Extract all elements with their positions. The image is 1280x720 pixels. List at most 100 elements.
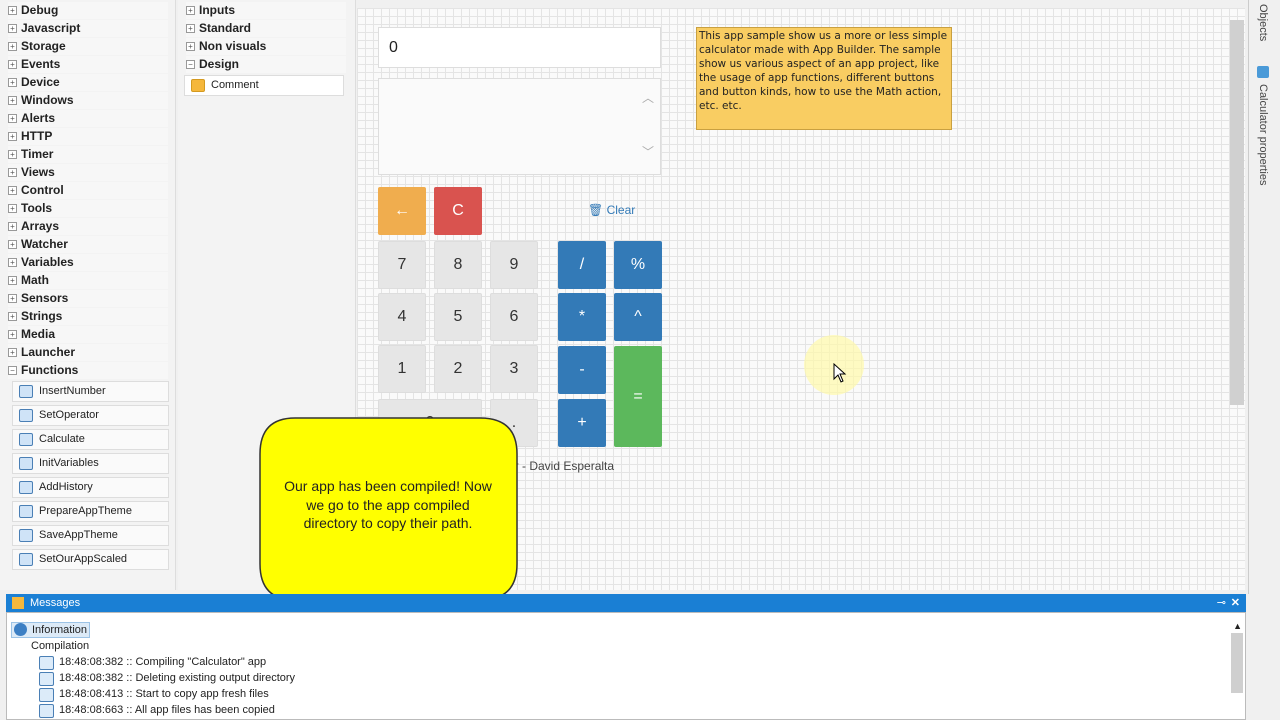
power-button[interactable]: ^ [614,293,662,341]
messages-scrollbar[interactable] [1231,633,1243,693]
function-item[interactable]: Calculate [12,429,169,450]
category-launcher[interactable]: + Launcher [8,344,168,361]
category-media[interactable]: + Media [8,326,168,343]
expand-icon[interactable]: + [8,222,17,231]
expand-icon[interactable]: + [8,150,17,159]
category-windows[interactable]: + Windows [8,92,168,109]
function-item[interactable]: AddHistory [12,477,169,498]
category-functions[interactable]: − Functions [8,362,168,379]
function-item[interactable]: InitVariables [12,453,169,474]
category-control[interactable]: + Control [8,182,168,199]
tab-calculator-properties[interactable]: Calculator properties [1257,84,1269,186]
digit-button[interactable]: 5 [434,293,482,341]
category-storage[interactable]: + Storage [8,38,168,55]
function-item[interactable]: SetOurAppScaled [12,549,169,570]
expand-icon[interactable]: + [8,276,17,285]
expand-icon[interactable]: + [8,258,17,267]
pin-icon[interactable]: ⊸ [1217,594,1226,612]
compilation-node[interactable]: Compilation [31,639,89,653]
function-item[interactable]: SaveAppTheme [12,525,169,546]
expand-icon[interactable]: + [8,168,17,177]
component-category[interactable]: + Inputs [186,2,346,19]
expand-icon[interactable]: + [186,42,195,51]
digit-button[interactable]: 3 [490,345,538,393]
category-variables[interactable]: + Variables [8,254,168,271]
digit-button[interactable]: 9 [490,241,538,289]
function-label: SetOperator [39,409,99,421]
close-icon[interactable]: ✕ [1231,594,1240,612]
display-field[interactable]: 0 [378,27,661,68]
comment-component[interactable]: Comment [184,75,344,96]
right-scrollbar[interactable] [1230,20,1244,405]
add-button[interactable]: + [558,399,606,447]
clear-c-button[interactable]: C [434,187,482,235]
expand-icon[interactable]: + [8,24,17,33]
expand-icon[interactable]: + [8,204,17,213]
expand-icon[interactable]: + [8,240,17,249]
component-category-design[interactable]: − Design [186,56,346,73]
expand-icon[interactable]: + [8,186,17,195]
expand-icon[interactable]: + [186,6,195,15]
subtract-button[interactable]: - [558,346,606,394]
category-alerts[interactable]: + Alerts [8,110,168,127]
function-item[interactable]: InsertNumber [12,381,169,402]
scroll-up-icon[interactable]: ︿ [642,89,654,106]
backspace-button[interactable]: ← [378,187,426,235]
expand-icon[interactable]: + [8,78,17,87]
function-icon [19,385,33,398]
component-category[interactable]: + Standard [186,20,346,37]
digit-button[interactable]: 6 [490,293,538,341]
collapse-icon[interactable]: − [8,366,17,375]
multiply-button[interactable]: * [558,293,606,341]
category-math[interactable]: + Math [8,272,168,289]
digit-button[interactable]: 1 [378,345,426,393]
category-arrays[interactable]: + Arrays [8,218,168,235]
category-tools[interactable]: + Tools [8,200,168,217]
expand-icon[interactable]: + [8,132,17,141]
expand-icon[interactable]: + [8,60,17,69]
expand-icon[interactable]: + [8,96,17,105]
log-entry[interactable]: 18:48:08:413 :: Start to copy app fresh … [39,687,269,702]
log-entry[interactable]: 18:48:08:382 :: Compiling "Calculator" a… [38,655,266,670]
category-watcher[interactable]: + Watcher [8,236,168,253]
component-category[interactable]: + Non visuals [186,38,346,55]
category-http[interactable]: + HTTP [8,128,168,145]
category-javascript[interactable]: + Javascript [8,20,168,37]
function-item[interactable]: SetOperator [12,405,169,426]
log-entry[interactable]: 18:48:08:663 :: All app files has been c… [39,703,275,718]
expand-icon[interactable]: + [8,312,17,321]
log-entry[interactable]: 18:48:08:382 :: Deleting existing output… [38,671,295,686]
comment-note[interactable]: This app sample show us a more or less s… [696,27,952,130]
category-label: Views [21,165,55,179]
expand-icon[interactable]: + [8,348,17,357]
expand-icon[interactable]: + [8,114,17,123]
category-debug[interactable]: + Debug [8,2,168,19]
equals-button[interactable]: = [614,346,662,447]
clear-button[interactable]: 🗑 Clear [588,203,635,217]
category-strings[interactable]: + Strings [8,308,168,325]
expand-icon[interactable]: + [8,42,17,51]
function-item[interactable]: PrepareAppTheme [12,501,169,522]
category-events[interactable]: + Events [8,56,168,73]
expand-icon[interactable]: + [8,330,17,339]
scroll-down-icon[interactable]: ﹀ [642,143,654,160]
digit-button[interactable]: 8 [434,241,482,289]
divide-button[interactable]: / [558,241,606,289]
digit-button[interactable]: 2 [434,345,482,393]
history-textarea[interactable]: ︿ ﹀ [378,78,661,175]
digit-button[interactable]: 7 [378,241,426,289]
category-timer[interactable]: + Timer [8,146,168,163]
digit-button[interactable]: 4 [378,293,426,341]
category-views[interactable]: + Views [8,164,168,181]
expand-icon[interactable]: + [8,294,17,303]
collapse-icon[interactable]: − [186,60,195,69]
info-node[interactable]: Information [11,622,91,638]
expand-icon[interactable]: + [186,24,195,33]
messages-scroll-up-icon[interactable]: ▲ [1233,621,1242,631]
category-sensors[interactable]: + Sensors [8,290,168,307]
expand-icon[interactable]: + [8,6,17,15]
percent-button[interactable]: % [614,241,662,289]
tab-objects[interactable]: Objects [1257,4,1269,41]
category-label: Inputs [199,3,235,17]
category-device[interactable]: + Device [8,74,168,91]
